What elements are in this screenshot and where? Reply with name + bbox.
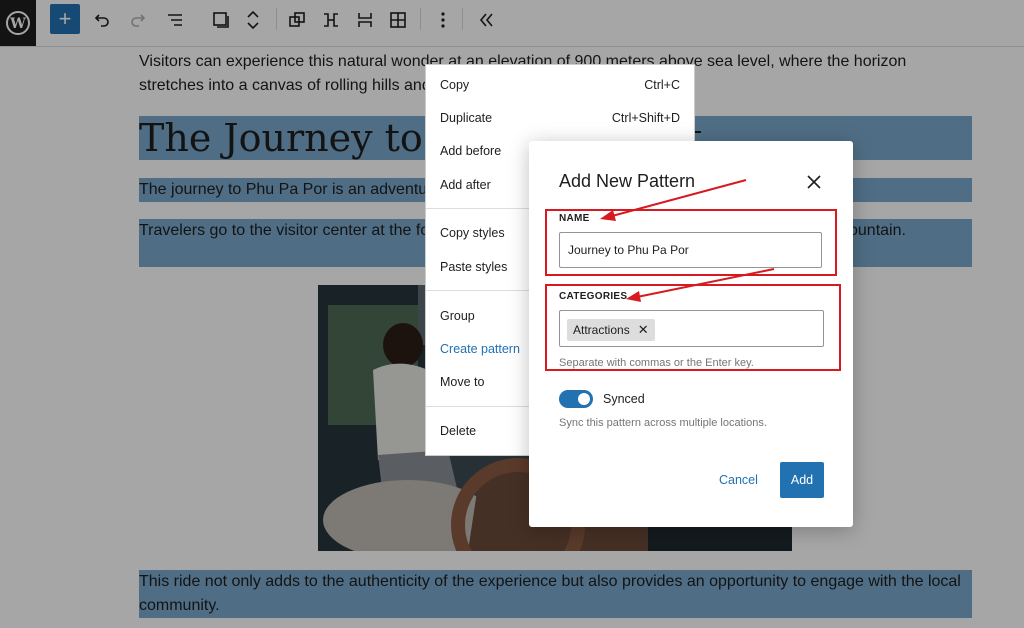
- annotation-arrows: [600, 179, 775, 302]
